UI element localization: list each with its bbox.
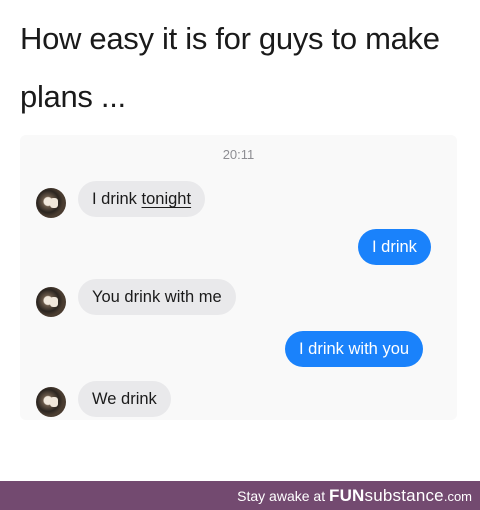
incoming-message-bubble: I drink tonight [78,181,206,217]
caption-line-2: plans ... [20,79,126,114]
incoming-message-bubble: You drink with me [78,279,236,315]
contact-avatar [36,287,66,317]
outgoing-message-bubble: I drink [358,229,431,265]
message-text: You drink with me [92,288,222,306]
meme-caption: How easy it is for guys to make plans ..… [20,10,460,126]
caption-line-1: How easy it is for guys to make [20,21,440,56]
contact-avatar [36,387,66,417]
site-watermark-bar: Stay awake at FUNsubstance.com [0,481,480,510]
brand-domain-suffix: .com [443,489,472,504]
watermark-prefix: Stay awake at [237,488,329,504]
message-text: I drink [372,238,417,256]
message-text: I drink [92,190,142,208]
watermark-text[interactable]: Stay awake at FUNsubstance.com [237,481,472,510]
message-text: I drink with you [299,340,410,358]
contact-avatar [36,188,66,218]
brand-name-part-2: substance [364,486,444,505]
message-underlined-link[interactable]: tonight [142,190,192,208]
chat-timestamp: 20:11 [222,147,255,162]
outgoing-message-bubble: I drink with you [285,331,424,367]
message-text: We drink [92,390,157,408]
brand-name-part-1: FUN [328,486,365,505]
incoming-message-bubble: We drink [78,381,171,417]
chat-screenshot: 20:11 I drink tonight I drink You drink … [20,135,457,420]
